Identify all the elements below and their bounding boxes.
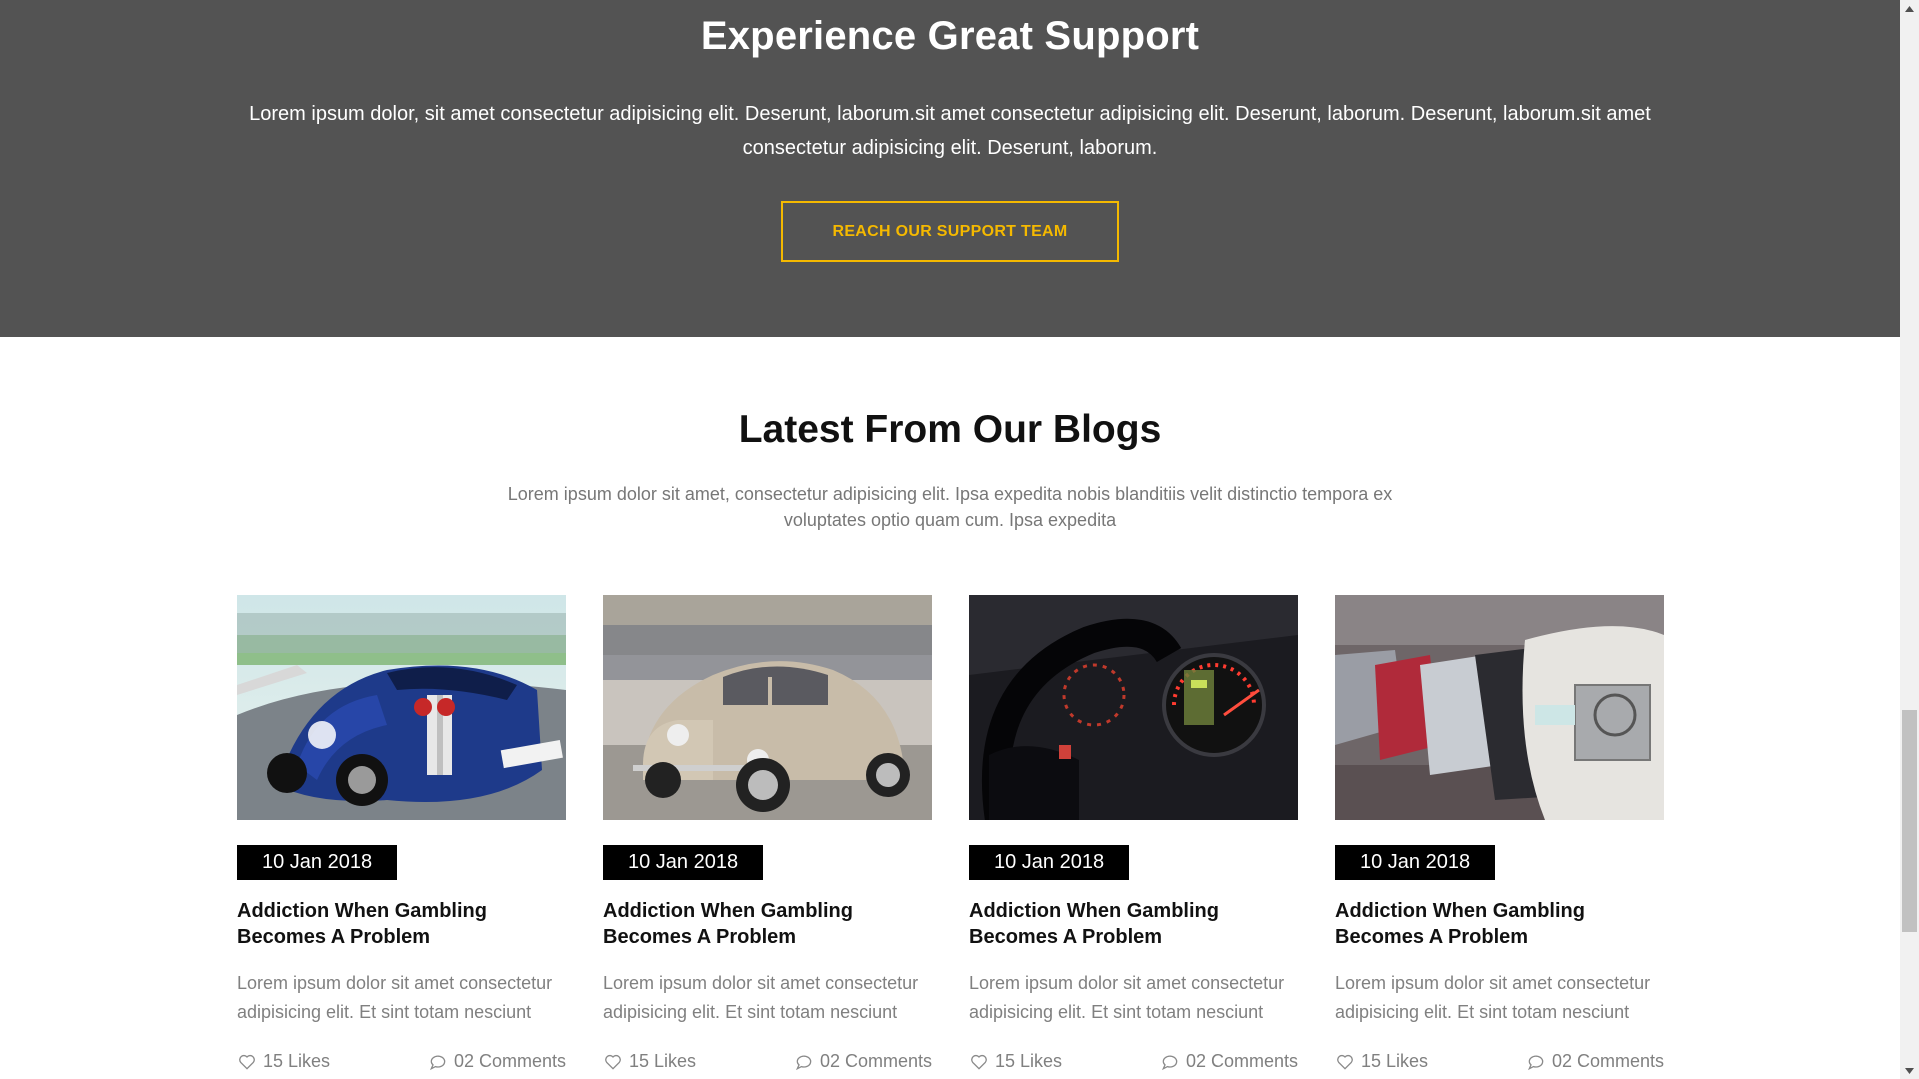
post-date: 10 Jan 2018 (1335, 845, 1496, 880)
scroll-down-arrow-icon[interactable] (1900, 1062, 1919, 1079)
likes-count: 15 Likes (263, 1051, 331, 1071)
post-title[interactable]: Addiction When Gambling Becomes A Proble… (969, 898, 1298, 950)
post-excerpt: Lorem ipsum dolor sit amet consectetur a… (1335, 973, 1651, 1022)
scroll-up-arrow-icon[interactable] (1900, 0, 1919, 17)
comments-count: 02 Comments (453, 1051, 566, 1071)
blog-card: 10 Jan 2018 Addiction When Gambling Beco… (603, 595, 932, 1071)
heart-icon (239, 1054, 255, 1070)
post-excerpt: Lorem ipsum dolor sit amet consectetur a… (603, 973, 919, 1022)
comment-bubble-icon (795, 1055, 812, 1070)
blogs-title: Latest From Our Blogs (738, 408, 1162, 451)
support-title: Experience Great Support (700, 14, 1200, 58)
likes-count: 15 Likes (629, 1051, 697, 1071)
comments-link[interactable]: 02 Comments (794, 1051, 932, 1072)
post-meta: 15 Likes 02 Comments (237, 1051, 566, 1075)
post-title[interactable]: Addiction When Gambling Becomes A Proble… (603, 898, 932, 950)
post-meta: 15 Likes 02 Comments (1335, 1051, 1664, 1075)
likes-link[interactable]: 15 Likes (1335, 1051, 1428, 1072)
blogs-intro: Lorem ipsum dolor sit amet, consectetur … (507, 484, 1393, 530)
blog-card: 10 Jan 2018 Addiction When Gambling Beco… (1335, 595, 1664, 1071)
comment-bubble-icon (429, 1055, 446, 1070)
comments-link[interactable]: 02 Comments (428, 1051, 566, 1072)
page-viewport: Experience Great Support Lorem ipsum dol… (0, 0, 1900, 1079)
post-date: 10 Jan 2018 (969, 845, 1130, 880)
vertical-scrollbar[interactable] (1900, 0, 1919, 1079)
post-date: 10 Jan 2018 (603, 845, 764, 880)
comments-count: 02 Comments (1551, 1051, 1664, 1071)
comments-count: 02 Comments (819, 1051, 932, 1071)
blog-card: 10 Jan 2018 Addiction When Gambling Beco… (237, 595, 566, 1071)
blog-image-sports-car[interactable] (237, 595, 566, 820)
support-section: Experience Great Support Lorem ipsum dol… (0, 0, 1900, 337)
likes-link[interactable]: 15 Likes (603, 1051, 696, 1072)
post-title[interactable]: Addiction When Gambling Becomes A Proble… (237, 898, 566, 950)
blog-card: 10 Jan 2018 Addiction When Gambling Beco… (969, 595, 1298, 1071)
likes-count: 15 Likes (1361, 1051, 1429, 1071)
post-meta: 15 Likes 02 Comments (603, 1051, 932, 1075)
blog-image-dashboard[interactable] (969, 595, 1298, 820)
post-excerpt: Lorem ipsum dolor sit amet consectetur a… (237, 973, 553, 1022)
comment-bubble-icon (1527, 1055, 1544, 1070)
comments-count: 02 Comments (1185, 1051, 1298, 1071)
heart-icon (971, 1054, 987, 1070)
comment-bubble-icon (1161, 1055, 1178, 1070)
post-excerpt: Lorem ipsum dolor sit amet consectetur a… (969, 973, 1285, 1022)
likes-link[interactable]: 15 Likes (969, 1051, 1062, 1072)
comments-link[interactable]: 02 Comments (1160, 1051, 1298, 1072)
support-text: Lorem ipsum dolor, sit amet consectetur … (249, 103, 1651, 159)
heart-icon (605, 1054, 621, 1070)
heart-icon (1337, 1054, 1353, 1070)
reach-support-button[interactable]: REACH OUR SUPPORT TEAM (781, 201, 1119, 262)
blog-image-parked-cars[interactable] (1335, 595, 1664, 820)
post-title[interactable]: Addiction When Gambling Becomes A Proble… (1335, 898, 1664, 950)
comments-link[interactable]: 02 Comments (1526, 1051, 1664, 1072)
scrollbar-thumb[interactable] (1902, 710, 1917, 932)
blog-image-vintage-car[interactable] (603, 595, 932, 820)
likes-count: 15 Likes (995, 1051, 1063, 1071)
likes-link[interactable]: 15 Likes (237, 1051, 330, 1072)
post-date: 10 Jan 2018 (237, 845, 398, 880)
post-meta: 15 Likes 02 Comments (969, 1051, 1298, 1075)
